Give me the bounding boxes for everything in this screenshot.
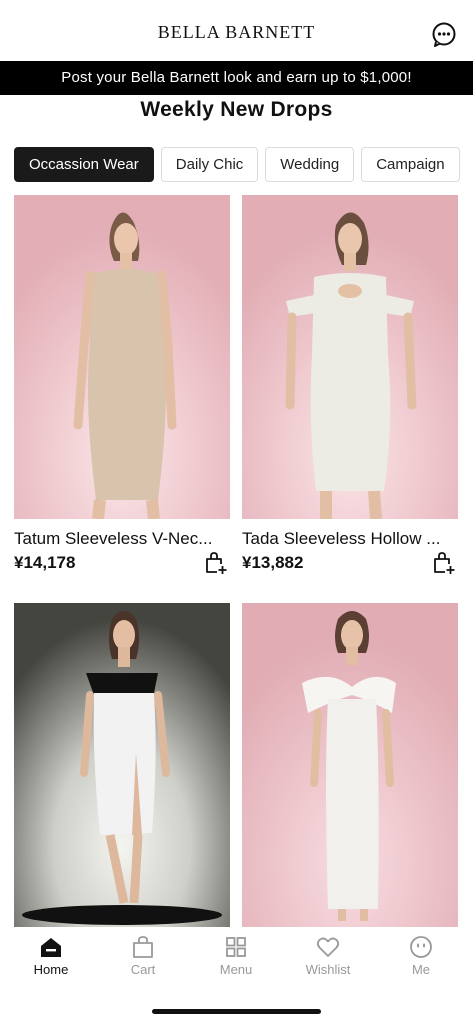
tab-menu-label: Menu [219,962,253,977]
tab-me[interactable]: Me [381,928,461,977]
promo-banner[interactable]: Post your Bella Barnett look and earn up… [0,61,473,95]
product-price: ¥14,178 [14,553,76,572]
home-icon [41,938,61,957]
product-image[interactable] [14,603,230,927]
product-image[interactable] [242,195,458,519]
brand-logo[interactable]: BELLA BARNETT [0,22,473,43]
home-indicator [152,1009,321,1014]
add-to-cart-icon[interactable] [432,551,456,575]
heart-icon [316,937,340,957]
product-image[interactable] [14,195,230,519]
tab-cart[interactable]: Cart [103,928,183,977]
tab-menu[interactable]: Menu [196,928,276,977]
chip-campaign[interactable]: Campaign [361,147,460,182]
tab-wishlist-label: Wishlist [305,962,351,977]
tab-home-label: Home [33,962,69,977]
face-icon [410,936,432,958]
grid-menu-icon [226,937,246,957]
tab-home[interactable]: Home [11,928,91,977]
tab-me-label: Me [411,962,431,977]
chat-bubble-icon[interactable] [431,21,457,47]
chip-daily-chic[interactable]: Daily Chic [160,147,259,182]
tab-wishlist[interactable]: Wishlist [288,928,368,977]
shopping-bag-icon [133,936,153,958]
section-title: Weekly New Drops [140,98,333,121]
category-chips: Occassion Wear Daily Chic Wedding Campaign [14,147,473,183]
product-image[interactable] [242,603,458,927]
tab-cart-label: Cart [130,962,156,977]
product-name[interactable]: Tada Sleeveless Hollow ... [242,529,458,549]
app-header: BELLA BARNETT [0,0,473,60]
product-name[interactable]: Tatum Sleeveless V-Nec... [14,529,230,549]
product-price: ¥13,882 [242,553,304,572]
chip-occasion-wear[interactable]: Occassion Wear [14,147,154,182]
chip-wedding[interactable]: Wedding [265,147,355,182]
add-to-cart-icon[interactable] [204,551,228,575]
